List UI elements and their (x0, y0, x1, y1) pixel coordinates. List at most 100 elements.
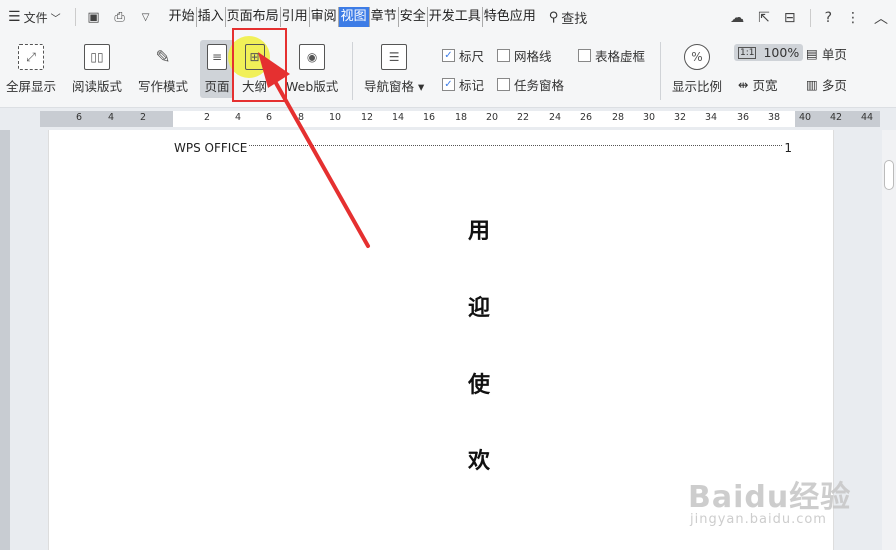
print-icon[interactable]: ⎙ (112, 9, 128, 25)
nav-pane-button[interactable]: ☰ 导航窗格 ▾ (364, 44, 424, 95)
divider (660, 42, 661, 100)
ruler-tick-label: 18 (455, 112, 468, 123)
page-width-icon: ⇹ (738, 77, 749, 92)
tab-page-layout[interactable]: 页面布局 (226, 7, 281, 27)
help-icon[interactable]: ? (825, 10, 832, 26)
page-width-button[interactable]: ⇹ 页宽 (738, 75, 778, 94)
page-width-label: 页宽 (752, 78, 778, 93)
vertical-char: 欢 (468, 448, 491, 474)
checkbox-checked-icon: ✓ (442, 78, 455, 91)
marks-checkbox[interactable]: ✓ 标记 (442, 75, 484, 94)
template-icon[interactable]: ⊟ (784, 10, 796, 26)
zoom-100-button[interactable]: 1:1 100% (734, 44, 804, 61)
vertical-scrollbar[interactable] (882, 130, 896, 550)
ruler-tick-label: 38 (768, 112, 781, 123)
toc-page-number: 1 (784, 141, 792, 155)
quick-access-toolbar: ▣ ⎙ ▽ (74, 8, 154, 26)
collapse-icon[interactable]: ︿ (874, 8, 888, 28)
save-icon[interactable]: ▣ (86, 9, 102, 25)
toc-entry[interactable]: WPS OFFICE 1 (174, 141, 792, 155)
pencil-icon: ✎ (155, 46, 171, 68)
toc-leader (249, 144, 783, 146)
task-pane-checkbox[interactable]: 任务窗格 (497, 75, 564, 94)
multi-page-label: 多页 (821, 78, 847, 93)
reading-layout-label: 阅读版式 (72, 79, 123, 94)
ruler-tick-label: 26 (580, 112, 593, 123)
ruler-tick-label: 10 (329, 112, 342, 123)
zoom-icon: % (684, 44, 710, 70)
ruler-tick-label: 44 (861, 112, 874, 123)
tab-developer[interactable]: 开发工具 (428, 7, 483, 27)
ruler-tick-label: 6 (76, 112, 83, 123)
multi-page-button[interactable]: ▥ 多页 (806, 75, 847, 94)
ruler-tick-label: 40 (799, 112, 812, 123)
fullscreen-button[interactable]: ⤢ 全屏显示 (6, 44, 56, 95)
divider (809, 9, 811, 27)
tab-home[interactable]: 开始 (168, 7, 197, 27)
watermark-logo: Baidu经验 (688, 480, 852, 515)
tab-features[interactable]: 特色应用 (483, 7, 537, 27)
ruler-tick-label: 2 (140, 112, 147, 123)
marks-label: 标记 (459, 78, 485, 93)
vertical-ruler[interactable] (0, 130, 10, 550)
ruler-label: 标尺 (459, 49, 485, 64)
web-layout-button[interactable]: ◉ Web版式 (286, 44, 338, 95)
horizontal-ruler[interactable]: 6 4 2 2 4 6 8 10 12 14 16 18 20 22 24 26 28 30 32 34 36 38 40 4… (0, 108, 896, 130)
divider (352, 42, 353, 100)
vertical-char: 迎 (468, 295, 491, 321)
highlight-box (232, 28, 287, 102)
tab-view[interactable]: 视图 (338, 7, 370, 27)
task-pane-label: 任务窗格 (514, 78, 565, 93)
tab-security[interactable]: 安全 (399, 7, 428, 27)
ruler-tick-label: 20 (486, 112, 499, 123)
ruler-tick-label: 22 (517, 112, 530, 123)
dropdown-icon[interactable]: ▽ (138, 9, 154, 25)
ribbon-tabs: 开始 插入 页面布局 引用 审阅 视图 章节 安全 开发工具 特色应用 (168, 7, 537, 27)
share-icon[interactable]: ⇱ (758, 10, 770, 26)
checkbox-unchecked-icon (497, 49, 510, 62)
search-label: 查找 (561, 11, 588, 27)
single-page-button[interactable]: ▤ 单页 (806, 44, 847, 63)
ruler-tick-label: 12 (361, 112, 374, 123)
ruler-tick-label: 4 (235, 112, 242, 123)
writing-mode-button[interactable]: ✎ 写作模式 (138, 44, 188, 95)
tab-review[interactable]: 审阅 (310, 7, 339, 27)
zoom-100-label: 100% (763, 45, 800, 60)
checkbox-checked-icon: ✓ (442, 49, 455, 62)
zoom-ratio-button[interactable]: % 显示比例 (672, 44, 722, 95)
ruler-tick-label: 34 (705, 112, 718, 123)
tab-insert[interactable]: 插入 (197, 7, 226, 27)
vertical-char: 用 (468, 218, 491, 244)
web-layout-label: Web版式 (286, 79, 339, 94)
scrollbar-thumb[interactable] (884, 160, 894, 190)
page-view-label: 页面 (204, 79, 230, 94)
more-icon[interactable]: ⋮ (846, 10, 860, 26)
page-icon: ≡ (207, 44, 227, 70)
gridlines-checkbox[interactable]: 网格线 (497, 46, 552, 65)
multi-page-icon: ▥ (806, 77, 818, 92)
hamburger-icon: ☰ (8, 9, 21, 25)
tab-references[interactable]: 引用 (281, 7, 310, 27)
ruler-tick-label: 32 (674, 112, 687, 123)
fullscreen-label: 全屏显示 (6, 79, 57, 94)
search-icon: ⚲ (548, 9, 559, 25)
checkbox-unchecked-icon (578, 49, 591, 62)
one-to-one-icon: 1:1 (738, 46, 757, 59)
single-page-label: 单页 (821, 47, 847, 62)
ruler-tick-label: 36 (737, 112, 750, 123)
single-page-icon: ▤ (806, 46, 818, 61)
reading-layout-button[interactable]: ▯▯ 阅读版式 (72, 44, 122, 95)
cloud-sync-icon[interactable]: ☁ (730, 10, 744, 26)
ruler-tick-label: 4 (108, 112, 115, 123)
writing-mode-label: 写作模式 (138, 79, 189, 94)
tab-chapter[interactable]: 章节 (370, 7, 399, 27)
ruler-checkbox[interactable]: ✓ 标尺 (442, 46, 484, 65)
search-button[interactable]: ⚲ 查找 (549, 8, 588, 27)
file-menu[interactable]: ☰ 文件 ﹀ (0, 9, 61, 26)
ruler-tick-label: 8 (298, 112, 305, 123)
ruler-tick-label: 6 (266, 112, 273, 123)
checkbox-unchecked-icon (497, 78, 510, 91)
table-gridlines-checkbox[interactable]: 表格虚框 (578, 46, 645, 65)
file-menu-label: 文件 (23, 10, 48, 25)
globe-icon: ◉ (299, 44, 326, 70)
